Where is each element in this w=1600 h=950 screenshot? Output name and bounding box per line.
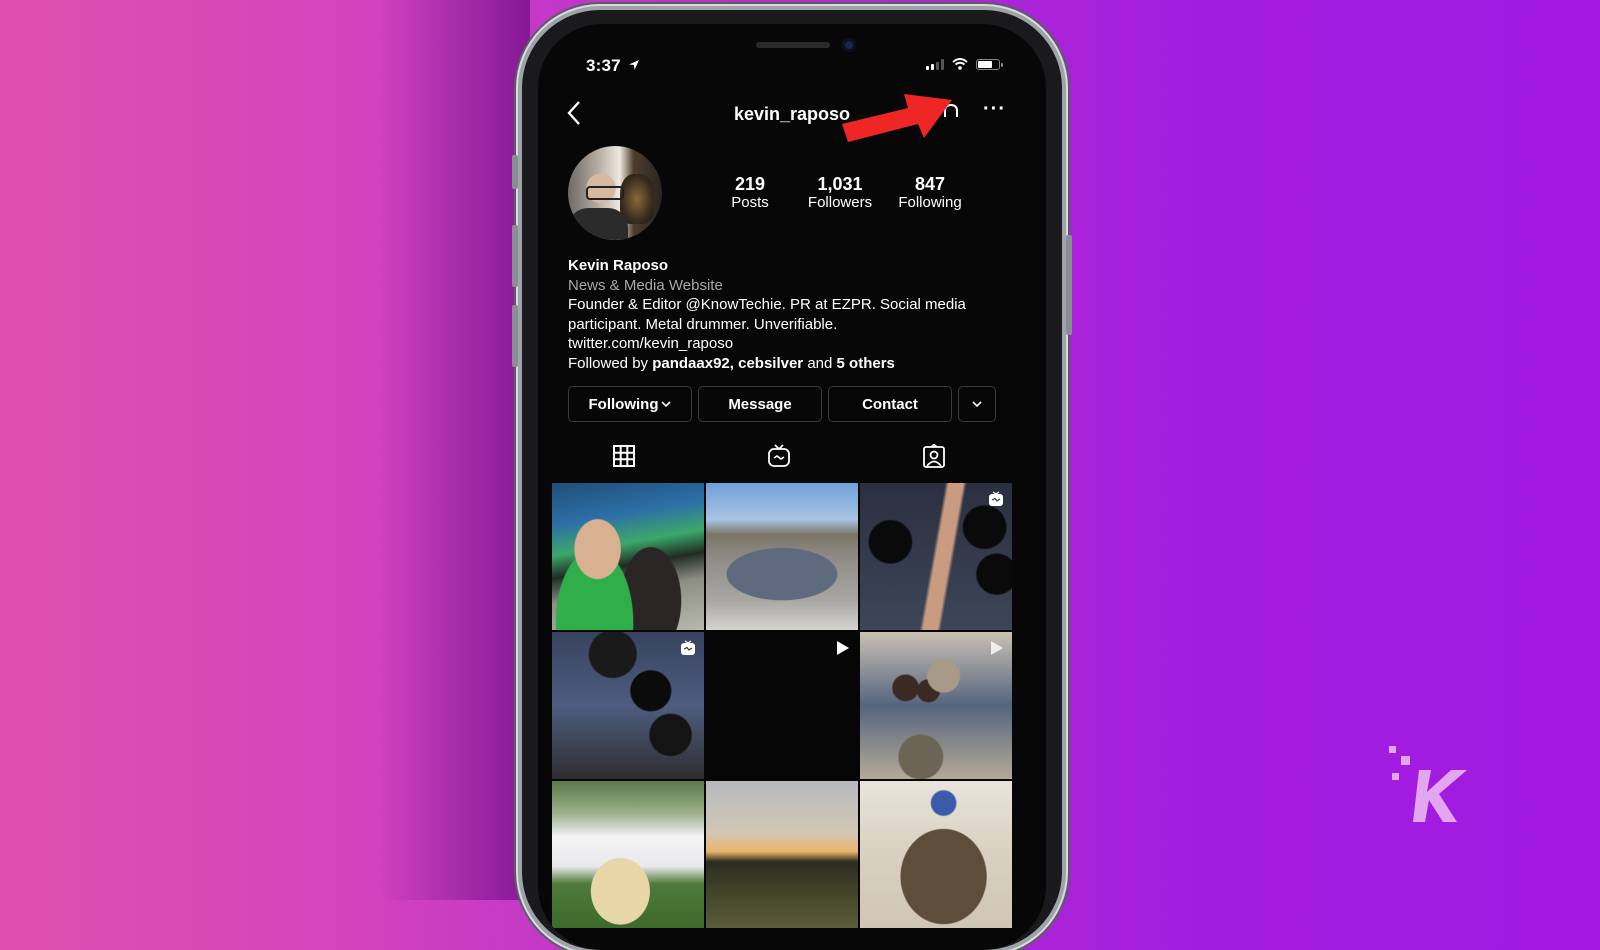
stat-followers[interactable]: 1,031 Followers — [790, 174, 890, 212]
following-count: 847 — [914, 174, 946, 194]
more-horizontal-icon: ··· — [983, 98, 1006, 120]
volume-up-button — [512, 225, 518, 287]
message-button[interactable]: Message — [698, 386, 822, 422]
bio-line-1: Founder & Editor @KnowTechie. PR at EZPR… — [568, 296, 966, 313]
post-thumbnail[interactable] — [552, 781, 704, 928]
post-thumbnail[interactable] — [552, 483, 704, 630]
volume-down-button — [512, 305, 518, 367]
followers-count: 1,031 — [817, 174, 863, 194]
stat-following[interactable]: 847 Following — [880, 174, 980, 212]
post-thumbnail[interactable] — [706, 483, 858, 630]
avatar-cat — [620, 174, 654, 224]
location-arrow-icon — [628, 60, 639, 70]
profile-tabs — [538, 443, 1046, 480]
more-options-button[interactable]: ··· — [983, 98, 1006, 121]
igtv-icon — [768, 444, 790, 467]
bio-line-2: participant. Metal drummer. Unverifiable… — [568, 315, 838, 333]
post-thumbnail[interactable] — [860, 483, 1012, 630]
followed-by-users: pandaax92, cebsilver — [652, 354, 804, 372]
display-name: Kevin Raposo — [568, 257, 669, 274]
status-time: 3:37 — [586, 56, 640, 76]
posts-count: 219 — [734, 174, 766, 194]
mute-switch — [512, 155, 518, 189]
post-thumbnail[interactable] — [706, 632, 858, 779]
posts-label: Posts — [731, 194, 769, 211]
phone-screen: 3:37 kevin_raposo ··· 219 Posts 1,031 Fo… — [538, 24, 1046, 950]
followed-by-and: and — [803, 354, 837, 372]
post-thumbnail[interactable] — [860, 632, 1012, 779]
tab-grid[interactable] — [612, 444, 636, 468]
followed-by-others: 5 others — [836, 354, 895, 372]
speaker — [756, 42, 830, 48]
play-icon — [837, 641, 849, 655]
followers-label: Followers — [807, 194, 873, 211]
post-thumbnail[interactable] — [706, 781, 858, 928]
play-icon — [991, 641, 1003, 655]
bio-link[interactable]: twitter.com/kevin_raposo — [568, 334, 1018, 354]
time-text: 3:37 — [586, 56, 621, 75]
following-label: Following — [588, 395, 659, 413]
igtv-icon — [989, 491, 1003, 506]
contact-button[interactable]: Contact — [828, 386, 952, 422]
profile-bio: Kevin Raposo News & Media Website Founde… — [568, 256, 1018, 373]
status-icons — [926, 58, 1003, 70]
avatar-glasses — [586, 186, 624, 200]
stat-posts[interactable]: 219 Posts — [700, 174, 800, 212]
posts-grid — [552, 483, 1012, 928]
battery-icon — [976, 58, 1003, 70]
red-arrow-annotation — [842, 94, 952, 142]
background-shadow — [380, 0, 530, 900]
followed-by-prefix: Followed by — [568, 354, 653, 372]
power-button — [1066, 235, 1072, 335]
post-thumbnail[interactable] — [860, 781, 1012, 928]
following-label: Following — [898, 194, 962, 211]
profile-category: News & Media Website — [568, 276, 723, 294]
phone-frame: 3:37 kevin_raposo ··· 219 Posts 1,031 Fo… — [512, 10, 1072, 950]
profile-header: kevin_raposo ··· — [538, 98, 1046, 132]
tab-tagged[interactable] — [922, 443, 946, 468]
avatar-shirt — [568, 208, 628, 240]
profile-actions: Following Message Contact — [568, 386, 996, 422]
profile-avatar[interactable] — [568, 146, 662, 240]
suggested-accounts-button[interactable] — [958, 386, 996, 422]
chevron-down-icon — [972, 401, 982, 408]
cellular-signal-icon — [926, 58, 944, 70]
chevron-down-icon — [661, 401, 672, 408]
username-title: kevin_raposo — [733, 104, 851, 124]
post-thumbnail[interactable] — [552, 632, 704, 779]
knowtechie-logo — [1389, 746, 1467, 822]
tab-igtv[interactable] — [767, 444, 791, 468]
following-button[interactable]: Following — [568, 386, 692, 422]
igtv-icon — [681, 640, 695, 655]
front-camera — [842, 38, 856, 52]
followed-by[interactable]: Followed by pandaax92, cebsilver and 5 o… — [568, 354, 1018, 374]
wifi-icon — [952, 58, 968, 70]
grid-icon — [613, 445, 635, 467]
tagged-user-icon — [923, 443, 945, 468]
